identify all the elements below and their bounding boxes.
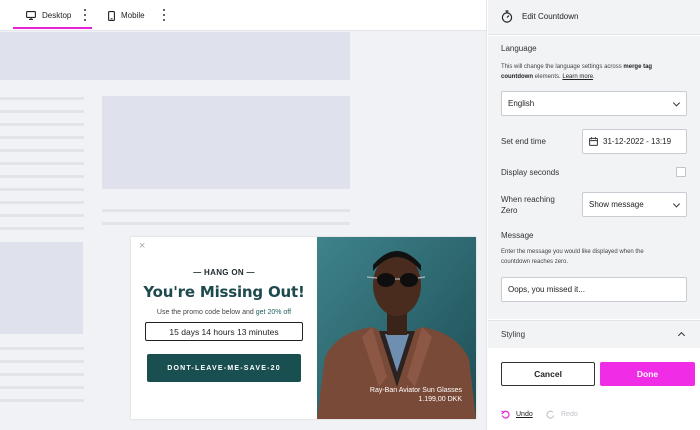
promo-prefix: Use the promo code below and	[156, 309, 256, 316]
countdown-timer[interactable]: 15 days 14 hours 13 minutes	[145, 322, 303, 341]
placeholder-line	[0, 162, 84, 165]
language-hint: This will change the language settings a…	[501, 62, 693, 82]
reaching-zero-value: Show message	[589, 200, 644, 209]
promo-code-button[interactable]: DONT-LEAVE-ME-SAVE-20	[147, 354, 301, 382]
panel-header: Edit Countdown	[488, 0, 700, 35]
device-toolbar: Desktop Mobile	[0, 0, 486, 31]
placeholder-line	[0, 110, 84, 113]
exit-intent-popup[interactable]: × — HANG ON — You're Missing Out! Use th…	[131, 237, 476, 419]
calendar-icon	[589, 137, 598, 146]
close-icon[interactable]: ×	[139, 241, 145, 252]
chevron-down-icon	[672, 199, 681, 208]
placeholder-line	[0, 373, 84, 376]
placeholder-line	[0, 188, 84, 191]
stopwatch-icon	[501, 10, 513, 23]
end-time-label: Set end time	[501, 137, 546, 146]
language-select-value: English	[508, 99, 535, 108]
learn-more-link[interactable]: Learn more	[562, 74, 593, 80]
done-button[interactable]: Done	[600, 362, 695, 386]
chevron-down-icon	[672, 98, 681, 107]
language-hint-bold-1: merge tag	[623, 64, 653, 70]
placeholder-line	[0, 136, 84, 139]
popup-promo-text: Use the promo code below and get 20% off	[131, 309, 317, 316]
redo-icon	[546, 410, 555, 419]
placeholder-line	[0, 214, 84, 217]
display-seconds-checkbox[interactable]	[676, 167, 686, 177]
placeholder-line	[0, 386, 84, 389]
styling-label: Styling	[501, 330, 526, 339]
placeholder-line	[102, 209, 350, 212]
message-hint: Enter the message you would like display…	[501, 247, 695, 267]
placeholder-line	[0, 149, 84, 152]
end-time-picker[interactable]: 31-12-2022 - 13:19	[582, 129, 687, 154]
reaching-zero-label: When reaching Zero	[501, 194, 555, 216]
reaching-zero-label-2: Zero	[501, 206, 518, 215]
language-label: Language	[501, 44, 537, 53]
mobile-more-icon[interactable]	[161, 9, 167, 21]
message-input-value: Oops, you missed it...	[508, 285, 585, 294]
placeholder-line	[102, 222, 350, 225]
language-hint-end: .	[593, 74, 595, 80]
popup-eyebrow: — HANG ON —	[193, 268, 255, 277]
undo-icon	[501, 410, 510, 419]
language-hint-bold-2: countdown	[501, 74, 533, 80]
message-label: Message	[501, 231, 534, 240]
placeholder-line	[0, 175, 84, 178]
redo-label: Redo	[561, 411, 578, 418]
placeholder-line	[0, 123, 84, 126]
cancel-button[interactable]: Cancel	[501, 362, 595, 386]
tab-desktop-label: Desktop	[42, 11, 72, 20]
message-hint-1: Enter the message you would like display…	[501, 249, 644, 255]
reaching-zero-select[interactable]: Show message	[582, 192, 687, 217]
placeholder-line	[0, 399, 84, 402]
chevron-up-icon	[677, 331, 686, 340]
placeholder-image	[102, 96, 350, 189]
placeholder-line	[0, 347, 84, 350]
language-hint-3: elements.	[533, 74, 563, 80]
message-input[interactable]: Oops, you missed it...	[501, 277, 687, 302]
tab-mobile-label: Mobile	[121, 11, 145, 20]
editor-root: Desktop Mobile × — HANG ON — You're Miss…	[0, 0, 700, 430]
popup-headline: You're Missing Out!	[143, 283, 305, 301]
placeholder-line	[0, 97, 84, 100]
monitor-icon	[26, 11, 36, 20]
preview-canvas: Desktop Mobile × — HANG ON — You're Miss…	[0, 0, 487, 430]
desktop-more-icon[interactable]	[82, 9, 88, 21]
popup-content: × — HANG ON — You're Missing Out! Use th…	[131, 237, 317, 419]
product-image: Ray-Ban Aviator Sun Glasses 1.199,00 DKK	[317, 237, 476, 419]
display-seconds-label: Display seconds	[501, 168, 560, 177]
placeholder-line	[0, 227, 84, 230]
tab-mobile[interactable]: Mobile	[108, 0, 168, 31]
end-time-value: 31-12-2022 - 13:19	[603, 137, 672, 146]
reaching-zero-label-1: When reaching	[501, 195, 555, 204]
language-hint-1: This will change the language settings a…	[501, 64, 624, 70]
language-select[interactable]: English	[501, 91, 687, 116]
placeholder-side-block	[0, 242, 83, 334]
undo-button[interactable]: Undo	[501, 410, 533, 419]
styling-section-toggle[interactable]: Styling	[488, 320, 700, 348]
message-hint-2: countdown reaches zero.	[501, 259, 569, 265]
panel-title: Edit Countdown	[522, 12, 579, 21]
panel-settings: Language This will change the language s…	[488, 36, 700, 319]
redo-button[interactable]: Redo	[546, 410, 578, 419]
placeholder-hero	[0, 32, 350, 80]
edit-countdown-panel: Edit Countdown Language This will change…	[488, 0, 700, 430]
mobile-phone-icon	[108, 10, 115, 21]
product-price: 1.199,00 DKK	[418, 396, 462, 403]
product-caption: Ray-Ban Aviator Sun Glasses 1.199,00 DKK	[370, 386, 462, 404]
placeholder-line	[0, 360, 84, 363]
placeholder-line	[0, 201, 84, 204]
promo-highlight: get 20% off	[255, 309, 292, 316]
undo-label: Undo	[516, 411, 533, 418]
tab-desktop[interactable]: Desktop	[13, 0, 92, 31]
product-name: Ray-Ban Aviator Sun Glasses	[369, 387, 462, 394]
